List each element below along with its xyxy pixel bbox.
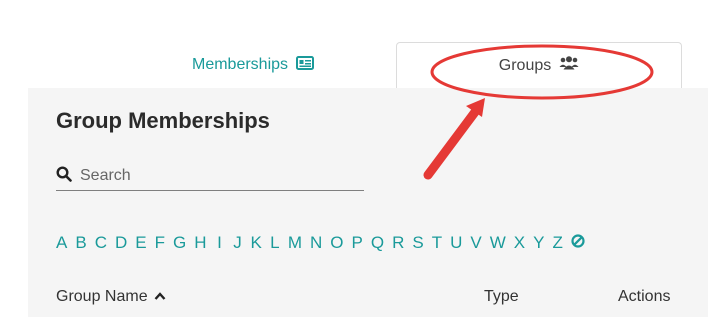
letter-filter-i[interactable]: I: [215, 233, 225, 253]
chevron-up-icon: [154, 288, 166, 306]
letter-filter-y[interactable]: Y: [533, 233, 544, 253]
letter-filter-t[interactable]: T: [432, 233, 442, 253]
letter-filter-z[interactable]: Z: [552, 233, 562, 253]
letter-filter-h[interactable]: H: [194, 233, 206, 253]
letter-filter-d[interactable]: D: [115, 233, 127, 253]
search-input[interactable]: [80, 167, 340, 185]
tab-groups[interactable]: Groups: [396, 42, 682, 88]
letter-filter-w[interactable]: W: [490, 233, 506, 253]
letter-filter-g[interactable]: G: [173, 233, 186, 253]
letter-filter-u[interactable]: U: [450, 233, 462, 253]
letter-filter-x[interactable]: X: [514, 233, 525, 253]
letter-filter-v[interactable]: V: [470, 233, 481, 253]
alphabet-filter: A B C D E F G H I J K L M N O P Q R S T …: [56, 233, 585, 253]
letter-filter-r[interactable]: R: [392, 233, 404, 253]
tab-memberships[interactable]: Memberships: [110, 42, 396, 88]
search-field[interactable]: [56, 162, 364, 191]
letter-filter-k[interactable]: K: [251, 233, 262, 253]
column-header-group-name[interactable]: Group Name: [56, 288, 166, 306]
column-header-group-name-label: Group Name: [56, 288, 148, 305]
letter-filter-m[interactable]: M: [288, 233, 302, 253]
ban-icon[interactable]: [571, 233, 585, 253]
tab-groups-label: Groups: [498, 56, 552, 74]
letter-filter-f[interactable]: F: [155, 233, 165, 253]
letter-filter-e[interactable]: E: [135, 233, 146, 253]
letter-filter-p[interactable]: P: [352, 233, 363, 253]
letter-filter-o[interactable]: O: [330, 233, 343, 253]
letter-filter-a[interactable]: A: [56, 233, 67, 253]
users-icon: [559, 56, 579, 75]
letter-filter-b[interactable]: B: [75, 233, 86, 253]
id-card-icon: [296, 55, 315, 75]
search-icon: [56, 165, 72, 187]
letter-filter-q[interactable]: Q: [371, 233, 384, 253]
tab-memberships-label: Memberships: [191, 56, 289, 73]
letter-filter-j[interactable]: J: [233, 233, 243, 253]
page-title: Group Memberships: [56, 108, 270, 133]
letter-filter-l[interactable]: L: [270, 233, 280, 253]
column-header-actions: Actions: [618, 288, 671, 305]
column-header-type[interactable]: Type: [484, 288, 519, 306]
letter-filter-c[interactable]: C: [95, 233, 107, 253]
letter-filter-s[interactable]: S: [412, 233, 423, 253]
table-header: Group Name Type Actions: [56, 288, 681, 312]
letter-filter-n[interactable]: N: [310, 233, 322, 253]
